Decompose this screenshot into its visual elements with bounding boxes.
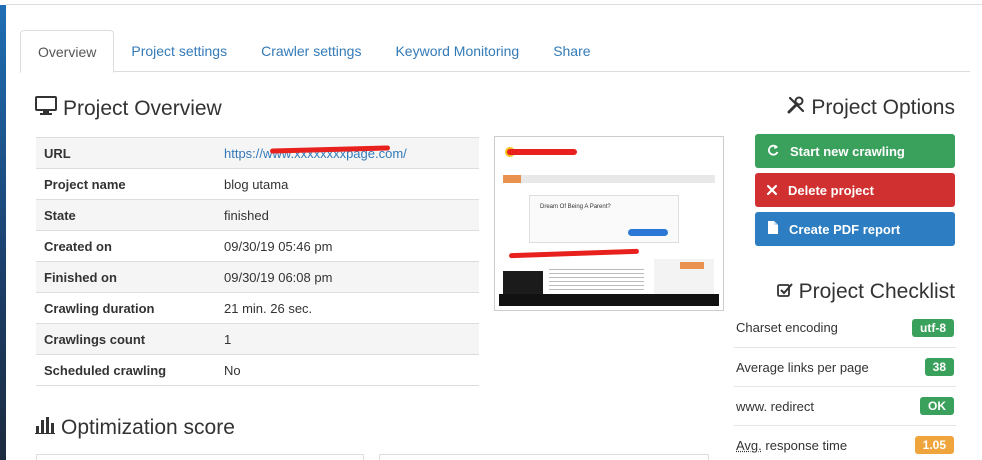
row-value: 1 xyxy=(216,323,479,355)
desktop-edge xyxy=(0,0,6,460)
score-panel xyxy=(379,454,709,460)
project-info-table: URL https://www.xxxxxxxxpage.com/ Projec… xyxy=(36,137,479,386)
redaction-mark xyxy=(508,248,640,259)
checklist-item: www. redirect OK xyxy=(734,386,956,425)
row-key: Finished on xyxy=(36,261,216,293)
row-value: 09/30/19 06:08 pm xyxy=(216,261,479,293)
table-row: Crawling duration 21 min. 26 sec. xyxy=(36,292,479,324)
table-row: Created on 09/30/19 05:46 pm xyxy=(36,230,479,262)
tab-project-settings[interactable]: Project settings xyxy=(114,30,244,72)
start-crawling-label: Start new crawling xyxy=(790,143,905,159)
row-value: blog utama xyxy=(216,168,479,200)
checklist-label: Avg. response time xyxy=(736,437,848,453)
site-cookie-bar xyxy=(499,294,719,306)
start-crawling-button[interactable]: Start new crawling xyxy=(755,134,955,168)
checklist-item: Average links per page 38 xyxy=(734,347,956,386)
table-row: State finished xyxy=(36,199,479,231)
checkbox-icon xyxy=(776,280,793,304)
status-badge: OK xyxy=(920,397,954,415)
row-key: Project name xyxy=(36,168,216,200)
status-badge: utf-8 xyxy=(912,318,954,337)
table-row: Finished on 09/30/19 06:08 pm xyxy=(36,261,479,293)
abbreviation[interactable]: Avg. xyxy=(736,438,762,453)
site-nav-active xyxy=(503,175,521,183)
delete-project-label: Delete project xyxy=(788,182,874,198)
checklist-item: Avg. response time 1.05 xyxy=(734,425,956,460)
checklist-item: Charset encoding utf-8 xyxy=(734,308,956,347)
ad-button xyxy=(628,229,668,236)
bar-chart-icon xyxy=(35,416,55,440)
site-text-lines xyxy=(549,269,644,293)
optimization-score-title: Optimization score xyxy=(61,416,235,439)
checklist-label: www. redirect xyxy=(736,398,815,414)
optimization-score-heading: Optimization score xyxy=(35,416,235,440)
file-icon xyxy=(767,221,778,237)
monitor-icon xyxy=(35,96,57,122)
table-row: URL https://www.xxxxxxxxpage.com/ xyxy=(36,137,479,169)
create-pdf-button[interactable]: Create PDF report xyxy=(755,212,955,246)
row-key: URL xyxy=(36,137,216,169)
row-key: Crawlings count xyxy=(36,323,216,355)
row-key: Crawling duration xyxy=(36,292,216,324)
checklist-label: Average links per page xyxy=(736,359,869,375)
tab-share[interactable]: Share xyxy=(536,30,607,72)
window-top-strip xyxy=(0,0,982,5)
project-url-link[interactable]: https://www.xxxxxxxxpage.com/ xyxy=(224,144,407,161)
checklist-label: Charset encoding xyxy=(736,320,838,335)
tab-bar: Overview Project settings Crawler settin… xyxy=(20,30,970,73)
tab-crawler-settings[interactable]: Crawler settings xyxy=(244,30,378,72)
thumbnail-preview: Dream Of Being A Parent? xyxy=(499,141,719,306)
row-key: State xyxy=(36,199,216,231)
row-value: No xyxy=(216,354,479,386)
site-ad: Dream Of Being A Parent? xyxy=(529,195,679,243)
project-checklist-title: Project Checklist xyxy=(798,280,955,303)
refresh-icon xyxy=(767,144,779,159)
table-row: Scheduled crawling No xyxy=(36,354,479,386)
row-value: finished xyxy=(216,199,479,231)
score-panel xyxy=(36,454,364,460)
tab-keyword-monitoring[interactable]: Keyword Monitoring xyxy=(378,30,536,72)
project-checklist-heading: Project Checklist xyxy=(776,280,955,304)
row-key: Created on xyxy=(36,230,216,262)
table-row: Crawlings count 1 xyxy=(36,323,479,355)
table-row: Project name blog utama xyxy=(36,168,479,200)
site-sidebar-button xyxy=(680,262,704,269)
create-pdf-label: Create PDF report xyxy=(789,221,901,237)
row-value: https://www.xxxxxxxxpage.com/ xyxy=(216,137,479,169)
redaction-mark xyxy=(507,149,577,155)
row-key: Scheduled crawling xyxy=(36,354,216,386)
project-overview-title: Project Overview xyxy=(63,97,222,120)
tools-icon xyxy=(787,96,805,120)
row-value: 09/30/19 05:46 pm xyxy=(216,230,479,262)
project-overview-heading: Project Overview xyxy=(35,96,222,122)
ad-title: Dream Of Being A Parent? xyxy=(540,204,611,210)
status-badge: 1.05 xyxy=(914,436,954,454)
site-video-thumb xyxy=(503,271,543,295)
project-options-title: Project Options xyxy=(811,96,955,119)
status-badge: 38 xyxy=(924,358,954,376)
delete-project-button[interactable]: Delete project xyxy=(755,173,955,207)
row-value: 21 min. 26 sec. xyxy=(216,292,479,324)
site-nav xyxy=(503,175,715,183)
tab-overview[interactable]: Overview xyxy=(20,30,115,73)
project-options-heading: Project Options xyxy=(787,96,955,120)
close-icon xyxy=(766,183,778,198)
website-thumbnail[interactable]: Dream Of Being A Parent? xyxy=(494,136,724,311)
